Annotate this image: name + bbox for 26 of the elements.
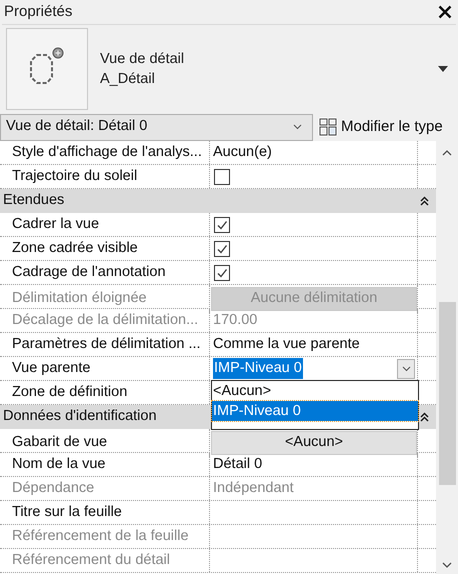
type-family: Vue de détail <box>100 50 186 69</box>
property-label: Titre sur la feuille <box>12 502 122 522</box>
group-title: Etendues <box>3 191 64 210</box>
property-label: Zone cadrée visible <box>12 238 138 258</box>
value-text: Aucun(e) <box>213 142 272 162</box>
property-label: Référencement du détail <box>12 550 170 570</box>
property-label: Gabarit de vue <box>12 433 108 452</box>
value-text: 170.00 <box>213 310 258 330</box>
property-label: Décalage de la délimitation... <box>12 310 198 330</box>
property-label: Zone de définition <box>12 382 128 402</box>
property-label: Dépendance <box>12 478 94 498</box>
group-title: Données d'identification <box>3 407 157 426</box>
property-label: Trajectoire du soleil <box>12 166 138 186</box>
property-label: Référencement de la feuille <box>12 526 189 546</box>
type-name: A_Détail <box>100 70 156 89</box>
property-label: Cadrage de l'annotation <box>12 262 166 282</box>
property-label: Style d'affichage de l'analys... <box>12 142 202 162</box>
property-label: Vue parente <box>12 358 90 378</box>
value-text: Indépendant <box>213 478 294 498</box>
panel-title: Propriétés <box>4 2 72 22</box>
property-label: Paramètres de délimitation ... <box>12 334 201 354</box>
property-label: Nom de la vue <box>12 454 106 474</box>
property-label: Cadrer la vue <box>12 214 100 234</box>
value-text: Détail 0 <box>213 454 262 474</box>
value-text: Comme la vue parente <box>213 334 360 354</box>
property-label: Délimitation éloignée <box>12 289 147 308</box>
